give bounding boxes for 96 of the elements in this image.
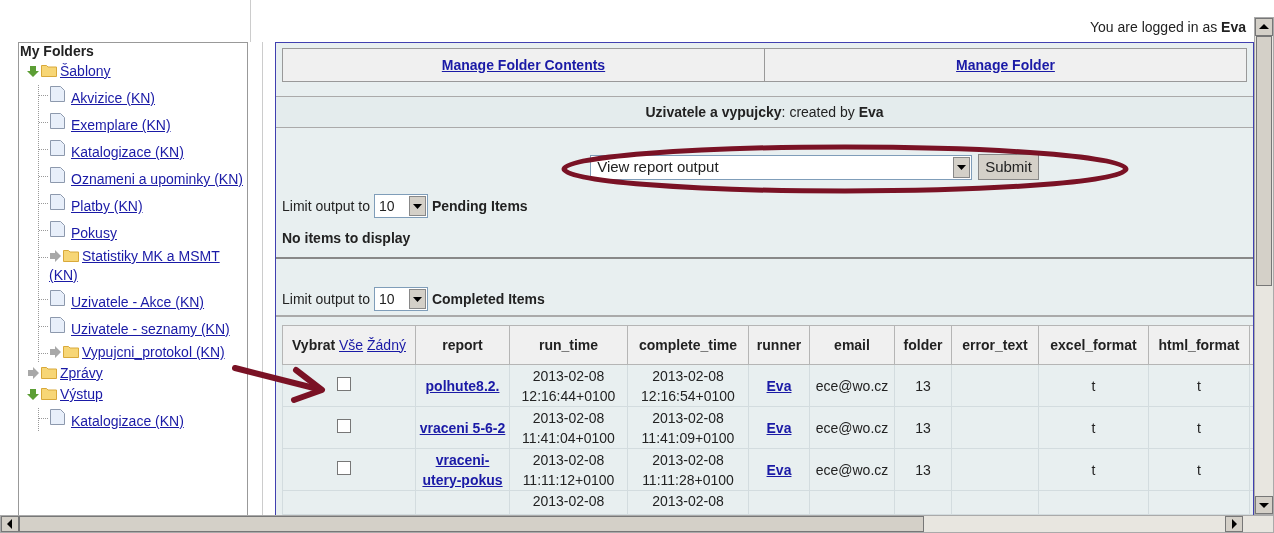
report-link[interactable]: Katalogizace (KN) xyxy=(49,139,243,162)
document-icon xyxy=(49,289,66,307)
runner-link[interactable]: Eva xyxy=(766,461,792,478)
down-arrow-icon[interactable] xyxy=(27,388,39,400)
table-cell: t xyxy=(1091,461,1096,478)
table-cell: 2013-02-08 11:41:04+0100 xyxy=(522,409,615,446)
scroll-left-icon[interactable] xyxy=(1,516,19,532)
limit-select[interactable]: 10 xyxy=(373,194,428,218)
folder-link[interactable]: Statistiky MK a MSMT (KN) xyxy=(49,247,243,285)
right-arrow-icon[interactable] xyxy=(27,367,39,379)
document-icon xyxy=(49,316,66,334)
down-arrow-icon[interactable] xyxy=(27,65,39,77)
report-link[interactable]: Oznameni a upominky (KN) xyxy=(49,166,243,189)
table-cell: 2013-02-08 11:41:09+0100 xyxy=(641,409,735,446)
column-header: email xyxy=(809,325,895,365)
folder-link[interactable]: Výstup xyxy=(27,385,243,404)
table-cell: 2013-02-08 11:11:28+0100 xyxy=(642,451,734,488)
column-header: folder xyxy=(894,325,952,365)
report-link[interactable]: Uzivatele - Akce (KN) xyxy=(49,289,243,312)
folder-icon xyxy=(63,248,79,262)
folder-link[interactable]: Vypujcni_protokol (KN) xyxy=(49,343,243,362)
limit-label: Limit output to xyxy=(282,289,370,309)
report-link[interactable]: Platby (KN) xyxy=(49,193,243,216)
column-header: error_text xyxy=(951,325,1039,365)
section-heading: Completed Items xyxy=(431,289,545,309)
column-header: html_format xyxy=(1148,325,1250,365)
column-header: runner xyxy=(748,325,810,365)
caret-icon xyxy=(408,196,426,216)
table-cell: 13 xyxy=(915,377,931,394)
table-cell: ece@wo.cz xyxy=(815,377,889,394)
column-header: report xyxy=(415,325,510,365)
report-link[interactable]: Exemplare (KN) xyxy=(49,112,243,135)
report-link[interactable]: Katalogizace (KN) xyxy=(49,408,243,431)
row-checkbox[interactable] xyxy=(337,376,351,391)
column-header: excel_format xyxy=(1038,325,1149,365)
right-arrow-icon[interactable] xyxy=(49,250,61,262)
document-icon xyxy=(49,112,66,130)
report-link[interactable]: Pokusy xyxy=(49,220,243,243)
report-action-select[interactable]: View report output xyxy=(590,154,973,180)
table-cell: t xyxy=(1091,419,1096,436)
document-icon xyxy=(49,139,66,157)
table-cell: t xyxy=(1197,419,1201,436)
folder-title: Uzivatele a vypujcky: created by Eva xyxy=(645,102,884,122)
submit-button[interactable]: Submit xyxy=(978,154,1039,180)
folder-link[interactable]: Šablony xyxy=(27,62,243,81)
runner-link[interactable]: Eva xyxy=(766,419,792,436)
table-cell: t xyxy=(1091,377,1096,394)
login-status: You are logged in as Eva xyxy=(1090,18,1246,37)
table-cell: t xyxy=(1197,377,1201,394)
panel-tab[interactable]: Manage Folder xyxy=(956,54,1055,76)
document-icon xyxy=(49,85,66,103)
folder-icon xyxy=(63,344,79,358)
column-header: run_time xyxy=(509,325,628,365)
runner-link[interactable]: Eva xyxy=(766,377,792,394)
panel-tab[interactable]: Manage Folder Contents xyxy=(441,54,606,76)
table-cell: 2013-02-08 xyxy=(532,493,605,509)
horizontal-scrollbar[interactable] xyxy=(0,515,1274,533)
row-checkbox[interactable] xyxy=(337,418,351,433)
scrollbar-thumb[interactable] xyxy=(19,516,924,532)
document-icon xyxy=(49,220,66,238)
caret-icon xyxy=(408,289,426,309)
document-icon xyxy=(49,166,66,184)
scroll-up-icon[interactable] xyxy=(1255,18,1273,36)
table-cell: 13 xyxy=(915,419,931,436)
report-link[interactable]: Akvizice (KN) xyxy=(49,85,243,108)
document-icon xyxy=(49,193,66,211)
right-arrow-icon[interactable] xyxy=(49,346,61,358)
table-cell: 2013-02-08 12:16:54+0100 xyxy=(641,367,735,404)
table-cell: 2013-02-08 12:16:44+0100 xyxy=(521,367,616,404)
scroll-down-icon[interactable] xyxy=(1255,496,1273,514)
column-header: Vybrat xyxy=(292,336,336,353)
sidebar-title: My Folders xyxy=(19,43,95,60)
scrollbar-thumb[interactable] xyxy=(1256,36,1272,286)
report-link[interactable]: Uzivatele - seznamy (KN) xyxy=(49,316,243,339)
folder-icon xyxy=(41,365,57,379)
table-cell: t xyxy=(1197,461,1201,478)
select-link[interactable]: Žádný xyxy=(367,336,406,353)
folder-icon xyxy=(41,386,57,400)
table-cell: ece@wo.cz xyxy=(815,419,889,436)
limit-label: Limit output to xyxy=(282,196,370,216)
column-header: complete_time xyxy=(627,325,749,365)
table-cell: 13 xyxy=(915,461,931,478)
scroll-right-icon[interactable] xyxy=(1225,516,1243,532)
limit-select[interactable]: 10 xyxy=(373,287,428,311)
folder-icon xyxy=(41,63,57,77)
document-icon xyxy=(49,408,66,426)
empty-message: No items to display xyxy=(281,229,412,248)
table-cell: 2013-02-08 11:11:12+0100 xyxy=(522,451,615,488)
row-checkbox[interactable] xyxy=(337,460,351,475)
select-link[interactable]: Vše xyxy=(339,336,364,353)
table-cell: 2013-02-08 xyxy=(652,493,724,509)
vertical-scrollbar[interactable] xyxy=(1254,17,1274,515)
folder-link[interactable]: Zprávy xyxy=(27,364,243,383)
table-cell: ece@wo.cz xyxy=(815,461,889,478)
caret-icon xyxy=(953,156,971,178)
section-heading: Pending Items xyxy=(431,196,528,216)
